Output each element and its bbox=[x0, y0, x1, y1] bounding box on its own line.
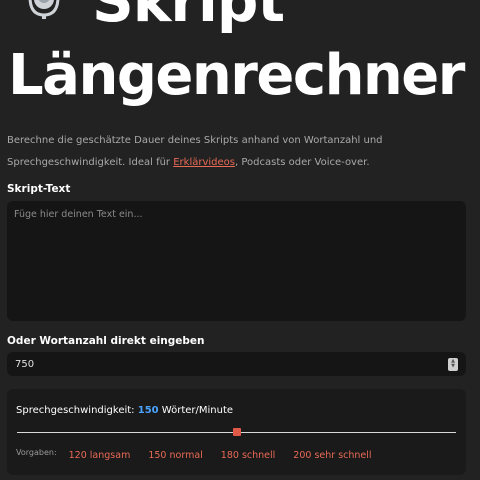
page: Skript Längenrechner Berechne die geschä… bbox=[0, 0, 480, 480]
presets-label: Vorgaben: bbox=[16, 448, 57, 457]
page-title-line1: Skript bbox=[92, 0, 285, 35]
preset-180-button[interactable]: 180 schnell bbox=[221, 450, 276, 461]
microphone-icon bbox=[24, 0, 64, 21]
script-text-placeholder: Füge hier deinen Text ein... bbox=[14, 209, 143, 220]
title-row: Skript bbox=[24, 0, 285, 35]
page-title-line2: Längenrechner bbox=[8, 43, 465, 108]
preset-120-button[interactable]: 120 langsam bbox=[69, 450, 131, 461]
speed-card: Sprechgeschwindigkeit: 150 Wörter/Minute… bbox=[7, 389, 466, 475]
script-text-label: Skript-Text bbox=[7, 183, 71, 195]
preset-200-button[interactable]: 200 sehr schnell bbox=[293, 450, 371, 461]
speed-presets: Vorgaben: 120 langsam 150 normal 180 sch… bbox=[16, 448, 390, 461]
page-description: Berechne die geschätzte Dauer deines Skr… bbox=[7, 130, 473, 174]
erklaervideos-link[interactable]: Erklärvideos bbox=[173, 157, 235, 168]
spinner-down-icon[interactable]: ▼ bbox=[451, 364, 455, 369]
speed-label-prefix: Sprechgeschwindigkeit: bbox=[16, 405, 135, 416]
number-spinner[interactable]: ▲ ▼ bbox=[448, 357, 458, 371]
speed-slider-thumb[interactable] bbox=[232, 428, 241, 436]
speed-label: Sprechgeschwindigkeit: 150 Wörter/Minute bbox=[16, 405, 233, 416]
word-count-label: Oder Wortanzahl direkt eingeben bbox=[7, 335, 205, 347]
description-text-end: , Podcasts oder Voice-over. bbox=[234, 157, 370, 168]
word-count-value: 750 bbox=[15, 358, 35, 370]
script-text-input[interactable]: Füge hier deinen Text ein... bbox=[7, 201, 466, 321]
word-count-input[interactable]: 750 ▲ ▼ bbox=[7, 352, 466, 376]
preset-150-button[interactable]: 150 normal bbox=[148, 450, 202, 461]
speed-unit: Wörter/Minute bbox=[161, 405, 234, 416]
speed-value: 150 bbox=[137, 405, 159, 416]
